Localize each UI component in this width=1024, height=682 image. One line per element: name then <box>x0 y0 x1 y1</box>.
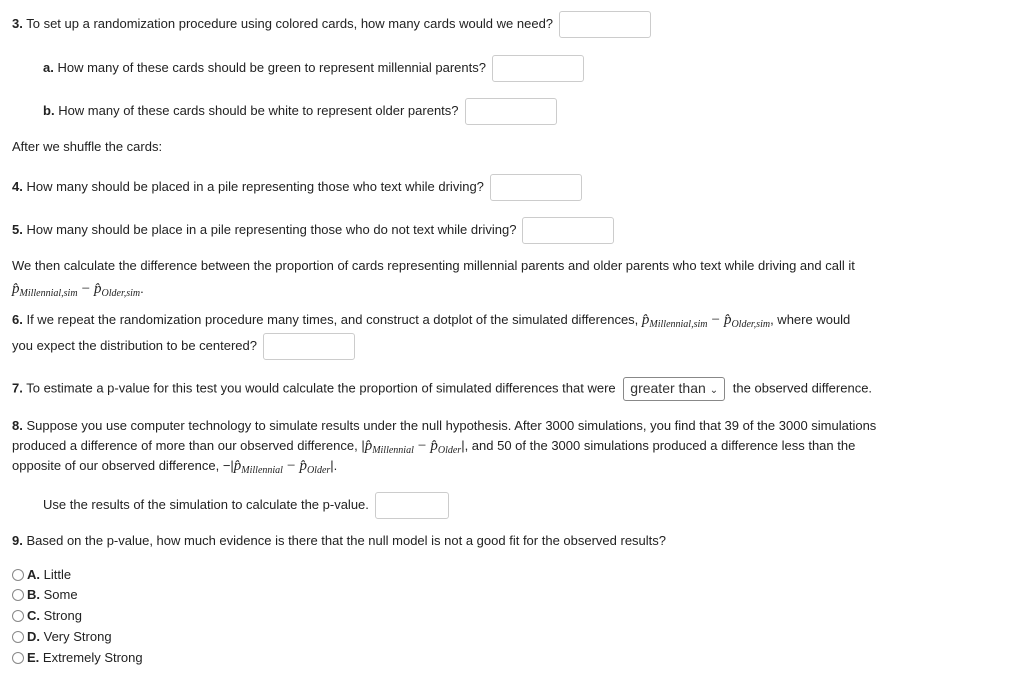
option-letter: A. <box>27 567 40 582</box>
q9-option-d[interactable]: D. Very Strong <box>12 627 112 647</box>
q5-answer-input[interactable] <box>522 217 615 244</box>
q8-pvalue-input[interactable] <box>374 492 449 519</box>
question-7: 7. To estimate a p-value for this test y… <box>12 377 872 401</box>
q9-number: 9. <box>12 533 23 548</box>
q8-number: 8. <box>12 418 23 433</box>
difference-formula: p̂Millennial,sim − p̂Older,sim. <box>12 279 144 304</box>
q3a-number: a. <box>43 59 54 75</box>
radio-button[interactable] <box>12 631 24 643</box>
option-label: Some <box>43 587 78 602</box>
q8-line2b: , and 50 of the 3000 simulations produce… <box>464 438 856 453</box>
q9-option-c[interactable]: C. Strong <box>12 606 82 626</box>
question-3a: a. How many of these cards should be gre… <box>43 55 584 82</box>
q6-number: 6. <box>12 312 23 327</box>
q6-answer-input[interactable] <box>263 333 355 360</box>
subscript: Older,sim <box>101 288 141 299</box>
question-8-line3: opposite of our observed difference, −|p… <box>12 456 337 481</box>
question-8-pvalue: Use the results of the simulation to cal… <box>43 492 449 519</box>
q9-text: Based on the p-value, how much evidence … <box>26 533 667 548</box>
q3b-answer-input[interactable] <box>464 98 557 125</box>
radio-button[interactable] <box>12 589 24 601</box>
q7-text: To estimate a p-value for this test you … <box>26 380 616 396</box>
option-label: Very Strong <box>43 629 112 644</box>
q9-option-e[interactable]: E. Extremely Strong <box>12 648 143 668</box>
minus-sign: − <box>711 312 720 328</box>
q6-line2: you expect the distribution to be center… <box>12 337 257 353</box>
q5-number: 5. <box>12 221 23 237</box>
q9-option-a[interactable]: A. Little <box>12 565 71 585</box>
q3b-number: b. <box>43 102 55 118</box>
q8-line1: Suppose you use computer technology to s… <box>26 418 877 433</box>
question-6-line2: you expect the distribution to be center… <box>12 333 355 360</box>
p-hat: p̂ <box>94 281 102 297</box>
chevron-down-icon: ⌄ <box>709 385 719 396</box>
difference-paragraph: We then calculate the difference between… <box>12 258 855 273</box>
q4-text: How many should be placed in a pile repr… <box>26 178 484 194</box>
q3b-text: How many of these cards should be white … <box>58 102 459 118</box>
subscript: Millennial <box>372 445 414 456</box>
q7-number: 7. <box>12 380 23 396</box>
option-letter: E. <box>27 650 40 665</box>
p-hat: p̂ <box>430 438 438 454</box>
minus-sign: − <box>81 281 91 297</box>
subscript: Millennial,sim <box>19 288 78 299</box>
option-label: Extremely Strong <box>42 650 143 665</box>
option-letter: C. <box>27 608 40 623</box>
q7-dropdown[interactable]: greater than ⌄ <box>623 377 726 401</box>
subscript: Millennial <box>241 465 283 476</box>
option-label: Little <box>43 567 72 582</box>
radio-button[interactable] <box>12 652 24 664</box>
subscript: Millennial,sim <box>649 319 708 330</box>
q7-selected-value: greater than <box>630 380 706 396</box>
question-5: 5. How many should be place in a pile re… <box>12 217 615 244</box>
p-hat: p̂ <box>299 458 307 474</box>
q3a-answer-input[interactable] <box>492 55 584 82</box>
q3-text: To set up a randomization procedure usin… <box>26 15 554 31</box>
p-hat: p̂ <box>12 281 20 297</box>
q4-number: 4. <box>12 178 23 194</box>
q8-use-text: Use the results of the simulation to cal… <box>43 496 369 512</box>
q5-text: How many should be place in a pile repre… <box>26 221 517 237</box>
q9-option-b[interactable]: B. Some <box>12 585 78 605</box>
question-3: 3. To set up a randomization procedure u… <box>12 11 652 38</box>
option-label: Strong <box>43 608 82 623</box>
minus-sign: − <box>286 458 296 474</box>
q7-text-after: the observed difference. <box>732 380 873 396</box>
option-letter: D. <box>27 629 40 644</box>
subscript: Older <box>437 445 462 456</box>
q3-number: 3. <box>12 15 23 31</box>
question-3b: b. How many of these cards should be whi… <box>43 98 557 125</box>
subscript: Older <box>306 465 331 476</box>
q3-answer-input[interactable] <box>559 11 652 38</box>
radio-button[interactable] <box>12 569 24 581</box>
shuffle-text: After we shuffle the cards: <box>12 139 163 154</box>
question-9: 9. Based on the p-value, how much eviden… <box>12 531 666 551</box>
q4-answer-input[interactable] <box>489 174 582 201</box>
q6-text-after: , where would <box>770 312 851 327</box>
subscript: Older,sim <box>731 319 771 330</box>
q8-line2a: produced a difference of more than our o… <box>12 438 358 453</box>
q3a-text: How many of these cards should be green … <box>57 59 486 75</box>
question-8-line1: 8. Suppose you use computer technology t… <box>12 416 876 436</box>
question-6: 6. If we repeat the randomization proced… <box>12 310 850 335</box>
minus-sign: − <box>417 438 427 454</box>
question-4: 4. How many should be placed in a pile r… <box>12 174 582 201</box>
q8-line3a: opposite of our observed difference, <box>12 458 220 473</box>
period: . <box>333 458 338 473</box>
radio-button[interactable] <box>12 610 24 622</box>
option-letter: B. <box>27 587 40 602</box>
period: . <box>140 281 144 296</box>
q6-text: If we repeat the randomization procedure… <box>26 312 639 327</box>
